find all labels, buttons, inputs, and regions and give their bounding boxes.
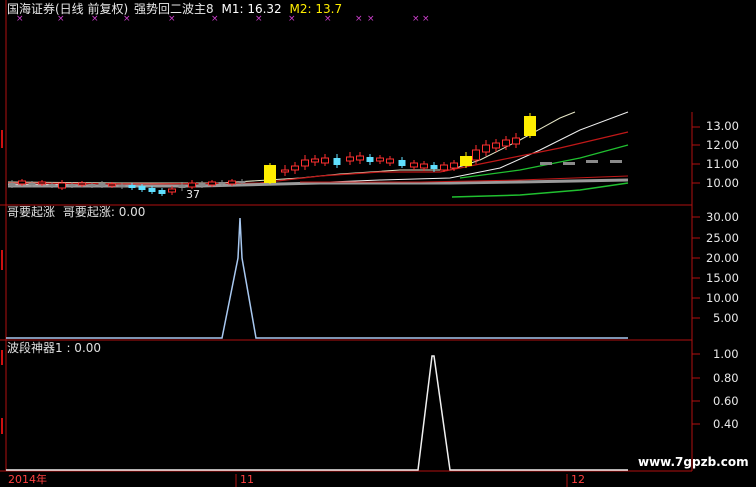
ma-red: [7, 131, 629, 185]
panel2-signal-line: [6, 217, 628, 339]
price-tick-11: 11.00: [706, 157, 739, 171]
candle-body: [482, 144, 490, 153]
panel3-value: 波段神器1 : 0.00: [7, 341, 102, 355]
candle-body: [108, 183, 116, 187]
candle-body: [178, 185, 186, 188]
watermark-text: www.7gpzb.com: [638, 455, 749, 469]
m2-value: M2: 13.7: [289, 2, 343, 16]
candle-body: [148, 188, 156, 192]
candle-body: [188, 182, 196, 188]
candle-body: [376, 157, 384, 162]
candle-body: [238, 181, 246, 183]
gray-marker: [563, 162, 575, 165]
candle-body: [333, 158, 341, 165]
candle-body: [386, 158, 394, 164]
candle-body: [18, 180, 26, 185]
candle-body: [78, 182, 86, 186]
candle-body: [321, 157, 329, 164]
candle-body: [311, 158, 319, 163]
candle-body: [98, 183, 106, 186]
panel3-tick-1: 1.00: [713, 347, 739, 361]
candle-body: [472, 149, 480, 161]
candle-body: [502, 139, 510, 147]
gray-marker: [586, 160, 598, 163]
candle-body: [492, 142, 500, 149]
candle-body: [58, 182, 66, 189]
m1-value: M1: 16.32: [221, 2, 282, 16]
x-axis-separators: [235, 474, 568, 487]
header-bar: 国海证券(日线 前复权) 强势回二波主8 M1: 16.32 M2: 13.7: [7, 3, 342, 16]
panel2-tick-25: 25.00: [706, 231, 739, 245]
candle-body: [228, 180, 236, 185]
candle-body: [168, 188, 176, 193]
panel2-header: 哥要起涨 哥要起涨: 0.00: [7, 206, 145, 219]
candle-body: [198, 183, 206, 186]
panel2-tick-30: 30.00: [706, 210, 739, 224]
candle-body: [28, 183, 36, 185]
panel-frames: [0, 0, 693, 472]
candle-body: [524, 116, 536, 136]
candle-body: [68, 184, 76, 186]
panel2-value: 哥要起涨: 0.00: [62, 205, 146, 219]
candle-body: [158, 190, 166, 194]
security-title: 国海证券(日线 前复权): [7, 2, 129, 16]
price-annotation: 37: [186, 188, 200, 201]
panel3-tick-04: 0.40: [713, 417, 739, 431]
x-label-12: 12: [571, 473, 585, 486]
candle-body: [346, 156, 354, 162]
gray-marker: [610, 160, 622, 163]
panel3-tick-06: 0.60: [713, 394, 739, 408]
panel3-tick-08: 0.80: [713, 371, 739, 385]
chart-canvas: × × × × × × × × × × × × ×: [0, 0, 700, 487]
candle-body: [118, 185, 126, 187]
candle-body: [88, 184, 96, 186]
candle-body: [398, 160, 406, 166]
svg-text:×: ×: [412, 14, 420, 24]
candle-body: [38, 181, 46, 185]
panel2-tick-20: 20.00: [706, 251, 739, 265]
ma-green-bottom: [451, 182, 629, 198]
candle-body: [430, 165, 438, 169]
indicator-name: 强势回二波主8: [134, 2, 214, 16]
svg-text:×: ×: [355, 14, 363, 24]
candle-body: [420, 163, 428, 169]
candle-body: [460, 156, 472, 166]
x-label-2014: 2014年: [8, 473, 47, 486]
y-axis-tick-marks: [692, 126, 700, 425]
panel3-signal-line: [6, 355, 628, 471]
candle-body: [138, 186, 146, 190]
panel2-tick-10: 10.00: [706, 291, 739, 305]
candle-body: [450, 162, 458, 169]
gray-marker: [540, 162, 552, 165]
candle-body: [440, 164, 448, 171]
price-tick-12: 12.00: [706, 138, 739, 152]
candle-body: [218, 182, 226, 184]
svg-text:×: ×: [367, 14, 375, 24]
price-tick-13: 13.00: [706, 119, 739, 133]
candle-body: [366, 157, 374, 162]
candle-body: [291, 165, 299, 171]
candle-body: [8, 183, 16, 186]
candle-body: [208, 181, 216, 186]
svg-text:×: ×: [422, 14, 430, 24]
candle-body: [512, 137, 520, 145]
candle-body: [410, 162, 418, 168]
candle-body: [264, 165, 276, 183]
x-label-11: 11: [240, 473, 254, 486]
candle-body: [48, 184, 56, 186]
price-tick-10: 10.00: [706, 176, 739, 190]
panel2-tick-5: 5.00: [713, 311, 739, 325]
candle-body: [281, 169, 289, 173]
candle-body: [356, 155, 364, 161]
candle-body: [301, 159, 309, 167]
panel2-title: 哥要起涨: [7, 205, 56, 219]
panel2-tick-15: 15.00: [706, 271, 739, 285]
candle-body: [128, 185, 136, 188]
